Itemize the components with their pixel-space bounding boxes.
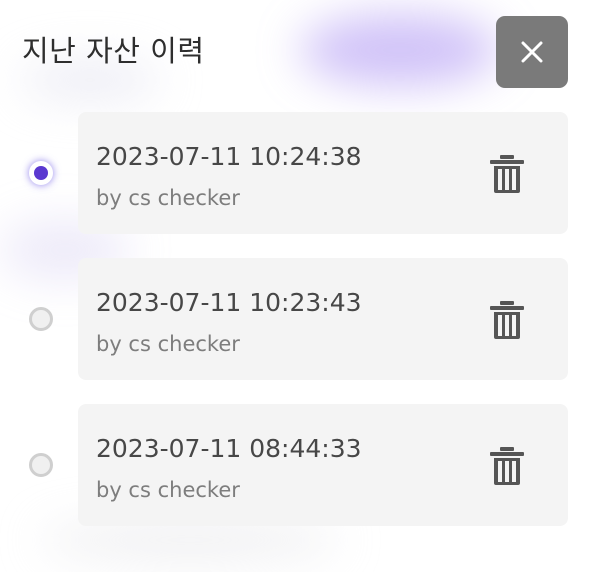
history-timestamp: 2023-07-11 10:24:38 (96, 142, 362, 171)
history-card[interactable]: 2023-07-11 10:24:38 by cs checker (78, 112, 568, 234)
delete-button[interactable] (482, 295, 532, 345)
close-button[interactable] (496, 16, 568, 88)
history-author: by cs checker (96, 186, 240, 210)
history-item-radio[interactable] (29, 453, 53, 477)
history-item: 2023-07-11 10:24:38 by cs checker (0, 112, 592, 234)
history-timestamp: 2023-07-11 10:23:43 (96, 288, 362, 317)
history-author: by cs checker (96, 332, 240, 356)
history-item: 2023-07-11 10:23:43 by cs checker (0, 258, 592, 380)
trash-icon (490, 301, 524, 339)
history-item: 2023-07-11 08:44:33 by cs checker (0, 404, 592, 526)
asset-history-dialog: 지난 자산 이력 2023-07-11 10:24:38 by cs check… (0, 0, 592, 572)
history-card[interactable]: 2023-07-11 10:23:43 by cs checker (78, 258, 568, 380)
delete-button[interactable] (482, 441, 532, 491)
history-author: by cs checker (96, 478, 240, 502)
history-card[interactable]: 2023-07-11 08:44:33 by cs checker (78, 404, 568, 526)
close-icon (521, 41, 543, 63)
dialog-title: 지난 자산 이력 (22, 34, 205, 68)
trash-icon (490, 447, 524, 485)
delete-button[interactable] (482, 149, 532, 199)
history-item-radio[interactable] (29, 161, 53, 185)
trash-icon (490, 155, 524, 193)
history-timestamp: 2023-07-11 08:44:33 (96, 434, 362, 463)
history-item-radio[interactable] (29, 307, 53, 331)
